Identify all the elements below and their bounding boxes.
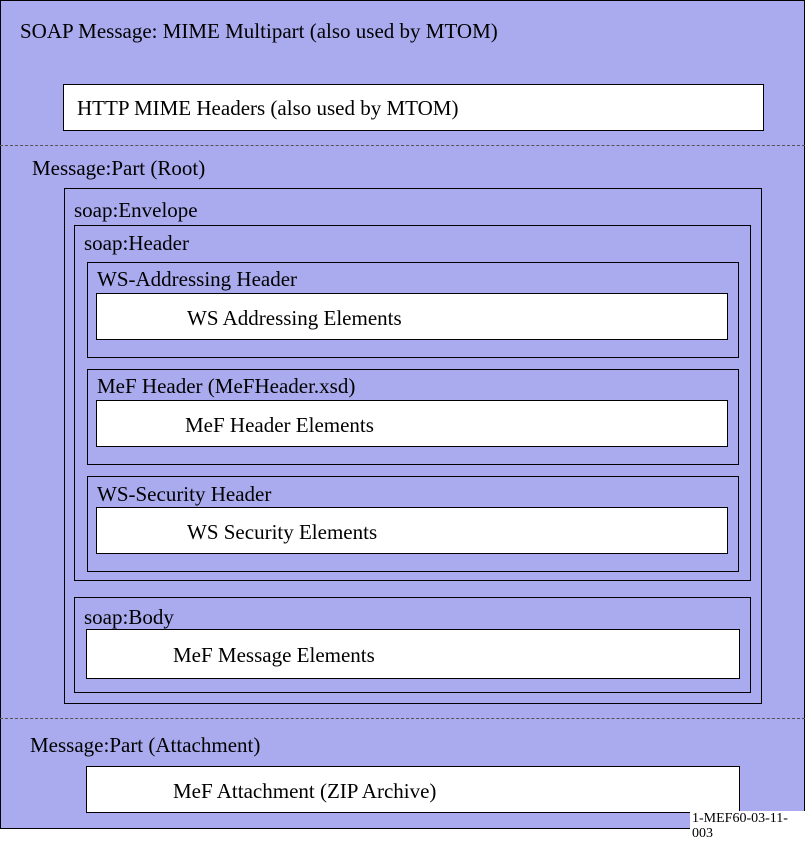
mef-attachment-label: MeF Attachment (ZIP Archive) xyxy=(173,779,437,803)
soap-mime-diagram: SOAP Message: MIME Multipart (also used … xyxy=(0,0,805,842)
mef-header-label: MeF Header (MeFHeader.xsd) xyxy=(97,374,356,398)
root-part-label: Message:Part (Root) xyxy=(32,156,206,180)
http-mime-headers-label: HTTP MIME Headers (also used by MTOM) xyxy=(77,96,459,120)
mef-header-elements-box: MeF Header Elements xyxy=(96,400,728,447)
soap-header-label: soap:Header xyxy=(84,231,189,255)
mef-header-elements-label: MeF Header Elements xyxy=(185,413,374,437)
section-divider xyxy=(0,145,805,146)
ws-addressing-elements-label: WS Addressing Elements xyxy=(187,306,402,330)
ws-security-elements-label: WS Security Elements xyxy=(187,520,378,544)
soap-body-label: soap:Body xyxy=(84,605,174,629)
mef-message-elements-box: MeF Message Elements xyxy=(86,629,740,679)
ws-security-header-label: WS-Security Header xyxy=(97,482,272,506)
mef-attachment-box: MeF Attachment (ZIP Archive) xyxy=(86,766,740,813)
figure-id: 1-MEF60-03-11-003 xyxy=(690,811,805,842)
ws-addressing-elements-box: WS Addressing Elements xyxy=(96,293,728,340)
soap-envelope-label: soap:Envelope xyxy=(74,198,198,222)
mef-message-elements-label: MeF Message Elements xyxy=(173,643,375,667)
attachment-part-label: Message:Part (Attachment) xyxy=(30,733,261,757)
soap-message-title: SOAP Message: MIME Multipart (also used … xyxy=(20,19,498,43)
ws-security-elements-box: WS Security Elements xyxy=(96,507,728,554)
http-mime-headers-box: HTTP MIME Headers (also used by MTOM) xyxy=(63,84,764,131)
ws-addressing-header-label: WS-Addressing Header xyxy=(97,267,298,291)
section-divider xyxy=(0,718,805,719)
